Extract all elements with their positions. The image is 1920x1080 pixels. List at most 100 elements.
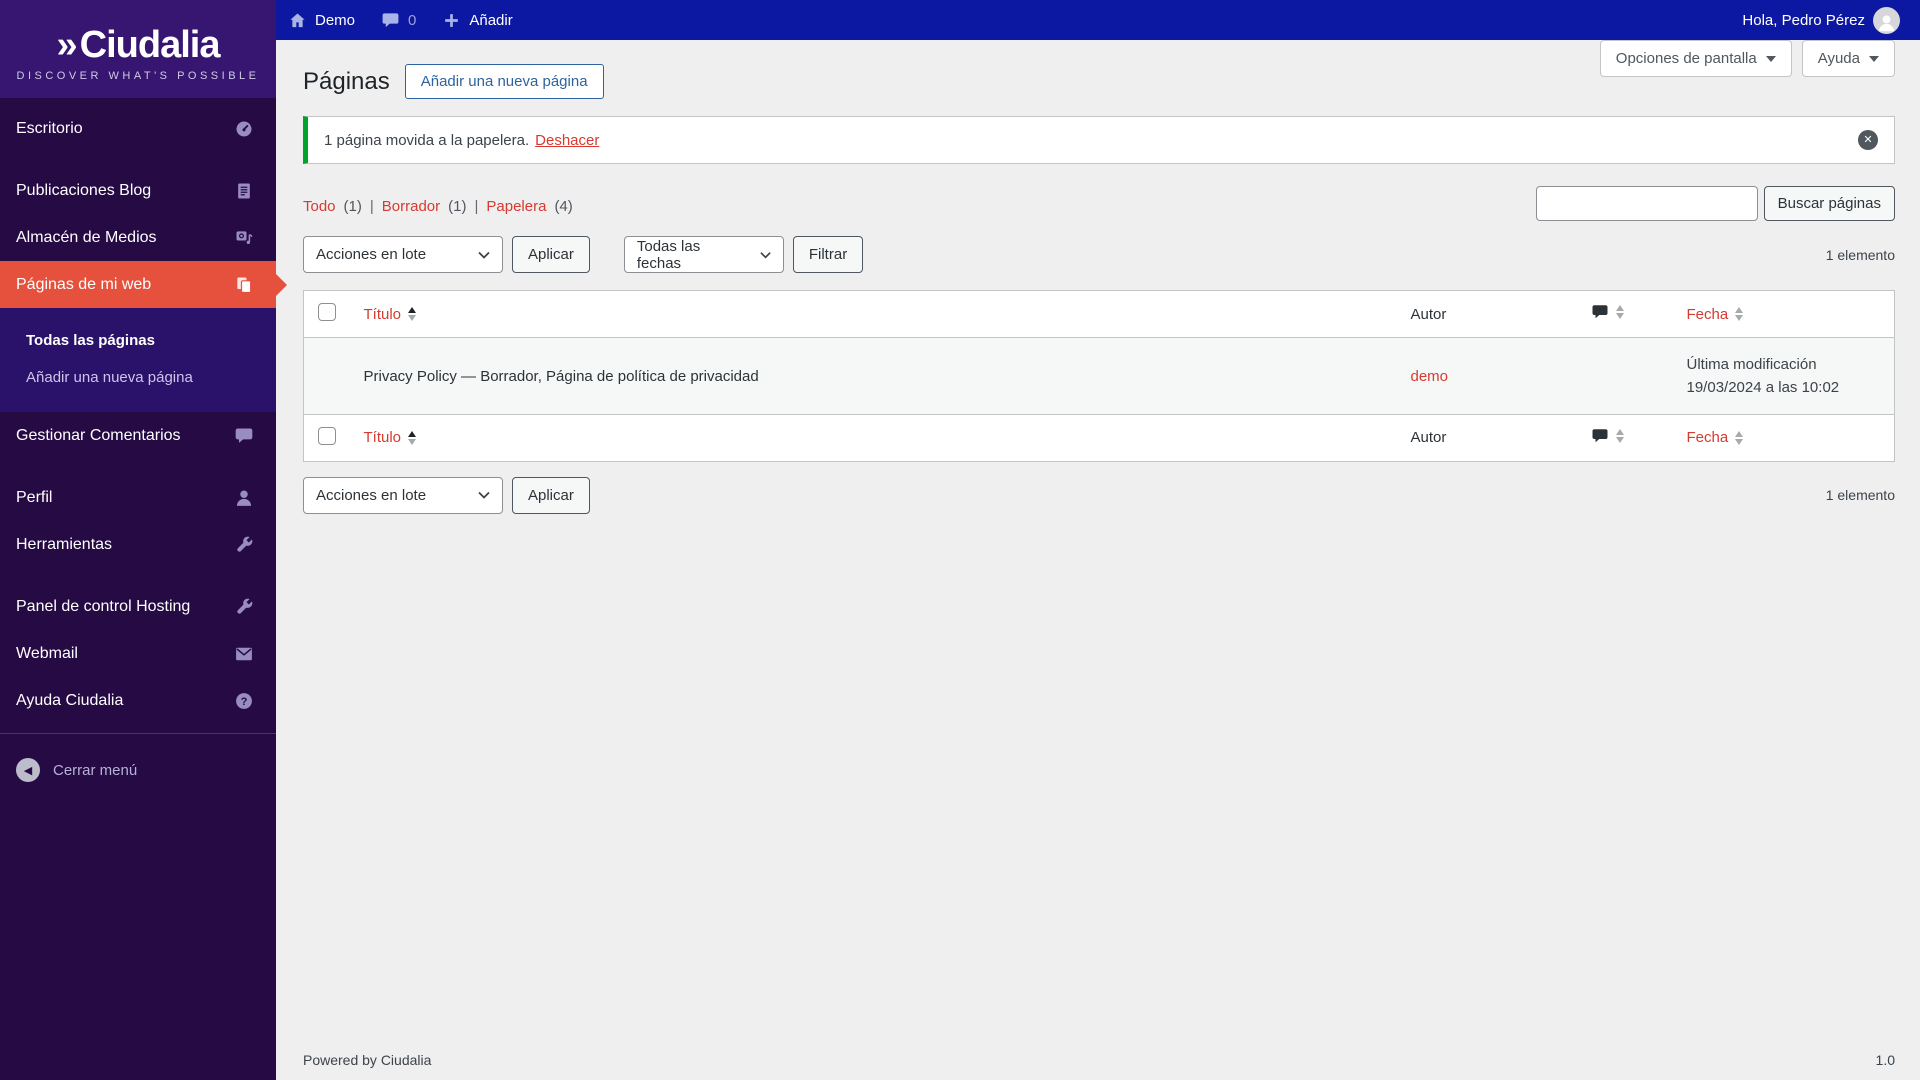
search-pages-button[interactable]: Buscar páginas	[1763, 186, 1895, 221]
sidebar-item-escritorio[interactable]: Escritorio	[0, 105, 276, 152]
plus-icon	[445, 13, 459, 27]
notice-message: 1 página movida a la papelera.	[324, 131, 530, 149]
menu-separator	[0, 459, 276, 474]
sort-by-comments[interactable]	[1591, 427, 1624, 445]
sidebar-item-label: Gestionar Comentarios	[16, 426, 181, 444]
apply-button[interactable]: Aplicar	[512, 236, 590, 273]
apply-button[interactable]: Aplicar	[512, 476, 590, 514]
column-author-label: Autor	[1410, 429, 1447, 446]
sort-by-title[interactable]: Título	[364, 429, 417, 446]
add-new-label: Añadir	[469, 11, 513, 29]
version-text: 1.0	[1875, 1052, 1895, 1068]
bulk-actions-select[interactable]: Acciones en lote	[303, 476, 503, 514]
sidebar-item-herramientas[interactable]: Herramientas	[0, 521, 276, 568]
sort-by-date[interactable]: Fecha	[1687, 429, 1744, 446]
svg-text:?: ?	[241, 695, 248, 707]
sort-arrows-icon	[408, 430, 417, 445]
bulk-actions-selected: Acciones en lote	[316, 486, 427, 504]
admin-bar: Demo 0 Añadir Hola, Pedro Pérez	[276, 0, 1920, 40]
column-title-label: Título	[363, 305, 402, 323]
search-pages-input[interactable]	[1535, 186, 1758, 221]
sidebar-item-label: Páginas de mi web	[16, 275, 152, 293]
bulk-actions-select[interactable]: Acciones en lote	[303, 236, 503, 273]
sidebar-item-webmail[interactable]: Webmail	[0, 630, 276, 677]
main-content: Opciones de pantalla Ayuda Páginas Añadi…	[276, 40, 1920, 1080]
ciudalia-logo[interactable]: »Ciudalia DISCOVER WHAT'S POSSIBLE	[0, 0, 276, 98]
sidebar-item-perfil[interactable]: Perfil	[0, 474, 276, 521]
table-row[interactable]: Privacy Policy — Borrador, Página de pol…	[303, 337, 1895, 414]
view-separator: |	[369, 198, 374, 215]
wrench-icon	[234, 597, 254, 617]
date-filter-select[interactable]: Todas las fechas	[623, 236, 784, 273]
logo-tagline: DISCOVER WHAT'S POSSIBLE	[16, 70, 260, 82]
screen-options-button[interactable]: Opciones de pantalla	[1599, 40, 1792, 77]
sidebar-item-almacen-de-medios[interactable]: Almacén de Medios	[0, 214, 276, 261]
page-row-author[interactable]: demo	[1411, 368, 1449, 385]
page-title: Páginas	[303, 67, 390, 95]
column-date-label: Fecha	[1686, 305, 1729, 323]
list-controls-row: Todo (1) | Borrador (1) | Papelera (4) B…	[303, 186, 1895, 221]
admin-bar-account[interactable]: Hola, Pedro Pérez	[1742, 6, 1900, 34]
view-count: (4)	[554, 198, 573, 215]
dismiss-notice-icon[interactable]: ✕	[1858, 130, 1878, 150]
sort-arrows-icon	[1735, 307, 1744, 321]
add-new-page-button[interactable]: Añadir una nueva página	[404, 64, 604, 99]
admin-bar-right: Hola, Pedro Pérez	[1742, 6, 1900, 34]
view-link-borrador[interactable]: Borrador	[382, 198, 440, 215]
admin-bar-site-link[interactable]: Demo	[288, 11, 355, 30]
sidebar-item-publicaciones-blog[interactable]: Publicaciones Blog	[0, 167, 276, 214]
dashboard-gauge-icon	[234, 119, 254, 139]
sidebar-item-paginas-de-mi-web[interactable]: Páginas de mi web	[0, 261, 276, 308]
site-name: Demo	[315, 11, 356, 29]
comment-bubble-icon	[382, 12, 399, 27]
view-separator: |	[474, 198, 479, 215]
sidebar-item-label: Almacén de Medios	[16, 228, 157, 246]
wrench-icon	[234, 535, 254, 555]
items-count: 1 elemento	[1825, 487, 1895, 503]
chevron-down-icon	[760, 251, 771, 258]
sort-by-comments[interactable]	[1591, 303, 1624, 321]
admin-bar-new-content[interactable]: Añadir	[442, 11, 513, 30]
envelope-icon	[234, 644, 254, 664]
sidebar-item-label: Herramientas	[16, 535, 113, 553]
admin-bar-comments[interactable]: 0	[381, 11, 416, 30]
sort-by-date[interactable]: Fecha	[1687, 306, 1744, 323]
powered-by-text: Powered by Ciudalia	[303, 1052, 432, 1068]
view-link-papelera[interactable]: Papelera	[486, 198, 546, 215]
bulk-actions-selected: Acciones en lote	[316, 246, 427, 263]
comments-icon	[234, 426, 254, 446]
submenu-item-todas-las-paginas[interactable]: Todas las páginas	[0, 322, 276, 359]
sidebar-menu: Escritorio Publicaciones Blog Almacén de…	[0, 98, 276, 724]
profile-person-icon	[234, 488, 254, 508]
chevron-down-icon	[478, 491, 490, 499]
view-link-todo[interactable]: Todo	[303, 198, 336, 215]
sidebar-item-label: Perfil	[16, 488, 53, 506]
sidebar-item-panel-de-control-hosting[interactable]: Panel de control Hosting	[0, 583, 276, 630]
sidebar: »Ciudalia DISCOVER WHAT'S POSSIBLE Escri…	[0, 0, 276, 1080]
sort-arrows-icon	[1735, 430, 1744, 445]
collapse-menu-button[interactable]: ◀ Cerrar menú	[0, 758, 276, 782]
home-icon	[290, 13, 305, 27]
pages-table: Título Autor Fecha Privacy Policy — Borr…	[303, 290, 1895, 462]
help-button[interactable]: Ayuda	[1801, 40, 1895, 77]
sidebar-item-gestionar-comentarios[interactable]: Gestionar Comentarios	[0, 412, 276, 459]
page-row-title[interactable]: Privacy Policy — Borrador, Página de pol…	[364, 368, 759, 385]
sidebar-item-label: Publicaciones Blog	[16, 181, 152, 199]
submenu-item-anadir-nueva-pagina[interactable]: Añadir una nueva página	[0, 359, 276, 396]
tablenav-bottom: Acciones en lote Aplicar 1 elemento	[303, 476, 1895, 514]
trash-notice: 1 página movida a la papelera. Deshacer …	[303, 116, 1895, 164]
media-icon	[234, 228, 254, 248]
select-all-checkbox[interactable]	[318, 426, 336, 445]
select-all-checkbox[interactable]	[318, 303, 336, 321]
menu-separator	[0, 568, 276, 583]
view-count: (1)	[343, 198, 362, 215]
logo-name: Ciudalia	[79, 24, 221, 66]
filter-button[interactable]: Filtrar	[792, 236, 864, 273]
tablenav-top-actions: Acciones en lote Aplicar Todas las fecha…	[303, 236, 864, 273]
tablenav-bottom-actions: Acciones en lote Aplicar	[303, 476, 590, 514]
sort-by-title[interactable]: Título	[364, 306, 417, 323]
date-filter-selected: Todas las fechas	[636, 237, 701, 272]
sidebar-item-ayuda-ciudalia[interactable]: Ayuda Ciudalia ?	[0, 677, 276, 724]
undo-link[interactable]: Deshacer	[535, 132, 599, 149]
sort-arrows-icon	[1615, 428, 1624, 443]
